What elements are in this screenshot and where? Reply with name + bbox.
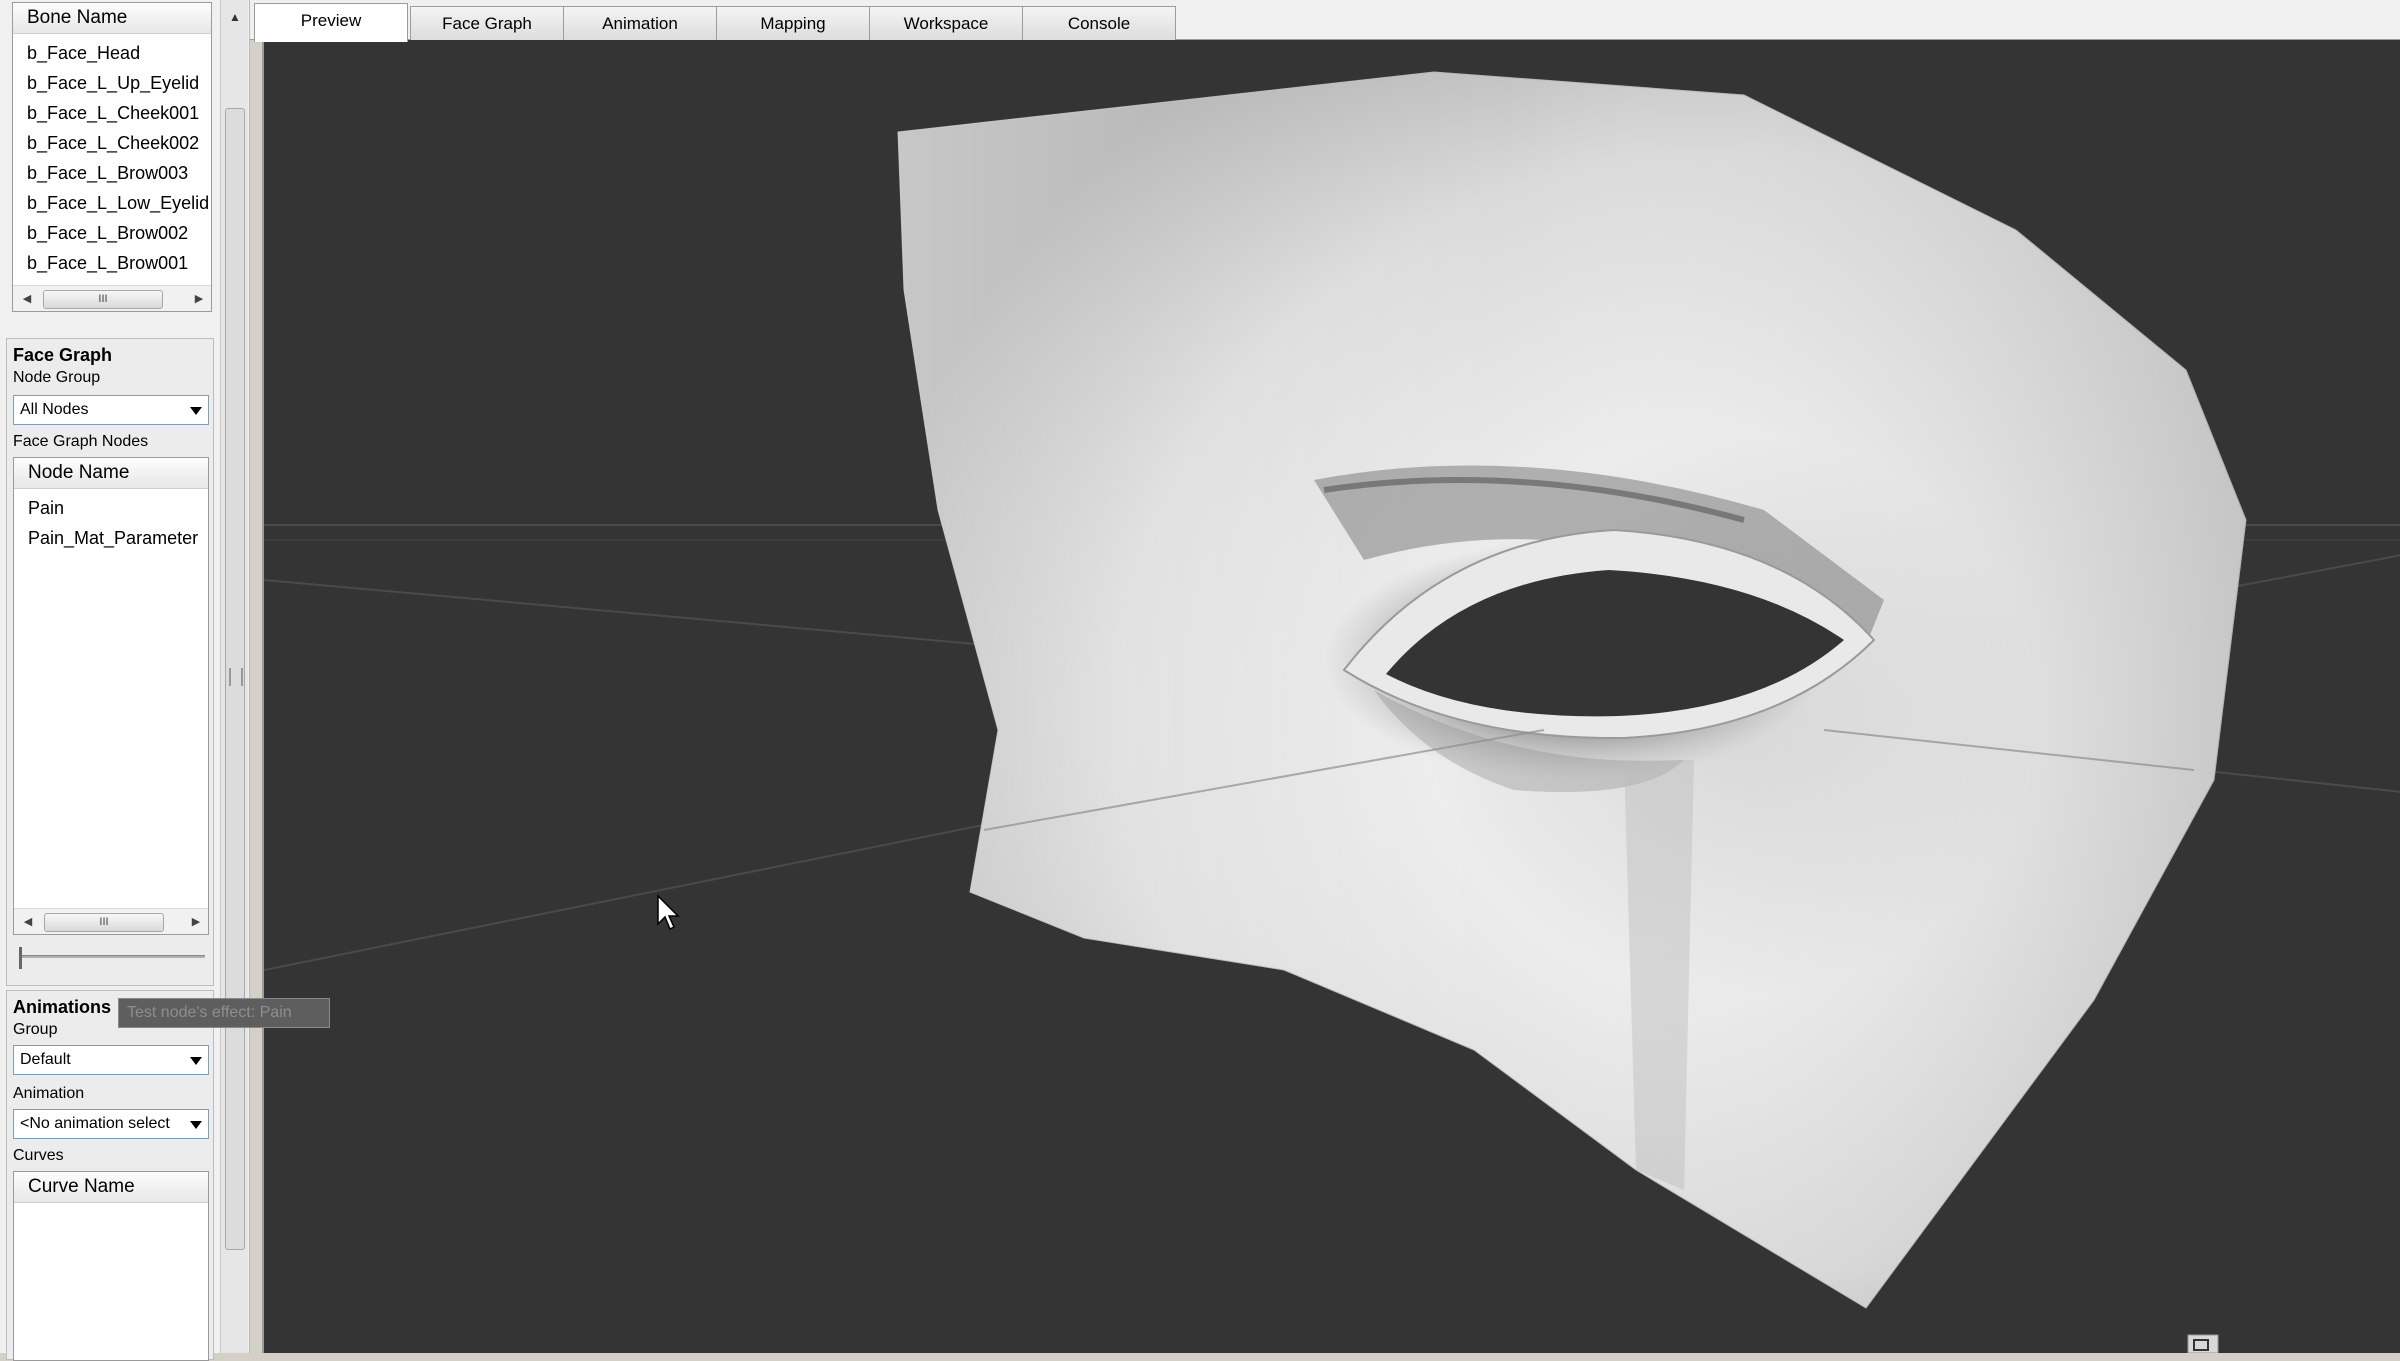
tab-workspace[interactable]: Workspace bbox=[869, 6, 1023, 41]
animations-section: Animations Group Default Animation <No a… bbox=[6, 990, 214, 1361]
bone-item[interactable]: b_Face_L_Cheek002 bbox=[13, 128, 211, 158]
scroll-right-arrow-icon[interactable]: ▶ bbox=[186, 909, 206, 935]
bone-item[interactable]: b_Face_L_Brow003 bbox=[13, 158, 211, 188]
tab-animation[interactable]: Animation bbox=[563, 6, 717, 41]
node-tooltip: Test node's effect: Pain bbox=[118, 998, 330, 1028]
chevron-down-icon[interactable] bbox=[190, 1121, 202, 1129]
bone-list[interactable]: Bone Name b_Face_Head b_Face_L_Up_Eyelid… bbox=[12, 2, 212, 312]
bone-item[interactable]: b_Face_L_Cheek001 bbox=[13, 98, 211, 128]
slider-track bbox=[19, 955, 205, 958]
chevron-down-icon[interactable] bbox=[190, 407, 202, 415]
face-graph-title: Face Graph bbox=[13, 345, 113, 365]
scroll-right-arrow-icon[interactable]: ▶ bbox=[189, 286, 209, 312]
curves-list-header[interactable]: Curve Name bbox=[14, 1172, 208, 1203]
bone-item[interactable]: b_Face_L_Brow001 bbox=[13, 248, 211, 278]
bone-item[interactable]: b_Face_L_Low_Eyelid bbox=[13, 188, 211, 218]
grip-icon bbox=[229, 668, 243, 686]
preview-viewport[interactable] bbox=[262, 40, 2400, 1353]
bone-list-header[interactable]: Bone Name bbox=[13, 3, 211, 34]
face-graph-nodes-label: Face Graph Nodes bbox=[13, 433, 149, 450]
bone-item[interactable]: b_Face_Head bbox=[13, 38, 211, 68]
face-mask-mesh[interactable] bbox=[897, 71, 2247, 1309]
tab-face-graph[interactable]: Face Graph bbox=[410, 6, 564, 41]
tab-console[interactable]: Console bbox=[1022, 6, 1176, 41]
scroll-left-arrow-icon[interactable]: ◀ bbox=[18, 909, 38, 935]
scroll-thumb[interactable]: III bbox=[43, 290, 163, 309]
face-graph-section: Face Graph Node Group All Nodes Face Gra… bbox=[6, 338, 214, 986]
node-weight-slider[interactable] bbox=[15, 945, 207, 973]
bone-list-hscrollbar[interactable]: ◀ III ▶ bbox=[13, 285, 211, 311]
tab-mapping[interactable]: Mapping bbox=[716, 6, 870, 41]
bone-item[interactable]: b_Face_L_Brow002 bbox=[13, 218, 211, 248]
chevron-down-icon[interactable] bbox=[190, 1057, 202, 1065]
mouse-cursor-icon bbox=[657, 894, 680, 931]
scroll-up-arrow-icon[interactable]: ▲ bbox=[221, 6, 249, 28]
node-group-label: Node Group bbox=[13, 369, 101, 386]
scroll-left-arrow-icon[interactable]: ◀ bbox=[17, 286, 37, 312]
tab-preview[interactable]: Preview bbox=[254, 3, 408, 42]
group-value: Default bbox=[20, 1051, 71, 1068]
bone-item[interactable]: b_Face_L_Up_Eyelid bbox=[13, 68, 211, 98]
group-dropdown[interactable]: Default bbox=[13, 1045, 209, 1075]
node-list-header[interactable]: Node Name bbox=[14, 458, 208, 489]
curves-label: Curves bbox=[13, 1147, 64, 1164]
left-panel: Bone Name b_Face_Head b_Face_L_Up_Eyelid… bbox=[0, 0, 250, 1361]
face-graph-node-list[interactable]: Node Name Pain Pain_Mat_Parameter ◀ III … bbox=[13, 457, 209, 935]
group-label: Group bbox=[13, 1021, 58, 1038]
node-item-pain[interactable]: Pain bbox=[14, 493, 208, 523]
animation-label: Animation bbox=[13, 1085, 85, 1102]
node-list-hscrollbar[interactable]: ◀ III ▶ bbox=[14, 908, 208, 934]
animation-value: <No animation select bbox=[20, 1115, 170, 1132]
left-panel-vscrollbar[interactable]: ▲ bbox=[220, 0, 248, 1353]
node-group-value: All Nodes bbox=[20, 401, 89, 418]
viewport-scene bbox=[264, 71, 2400, 1353]
tab-bar: Preview Face Graph Animation Mapping Wor… bbox=[250, 0, 2400, 42]
curves-list[interactable]: Curve Name bbox=[13, 1171, 209, 1361]
scroll-thumb[interactable]: III bbox=[44, 913, 164, 932]
node-group-dropdown[interactable]: All Nodes bbox=[13, 395, 209, 425]
animation-dropdown[interactable]: <No animation select bbox=[13, 1109, 209, 1139]
slider-handle[interactable] bbox=[19, 947, 22, 969]
maximize-icon[interactable] bbox=[2187, 1334, 2219, 1353]
animations-title: Animations bbox=[13, 997, 112, 1017]
node-item-pain-mat-parameter[interactable]: Pain_Mat_Parameter bbox=[14, 523, 208, 553]
